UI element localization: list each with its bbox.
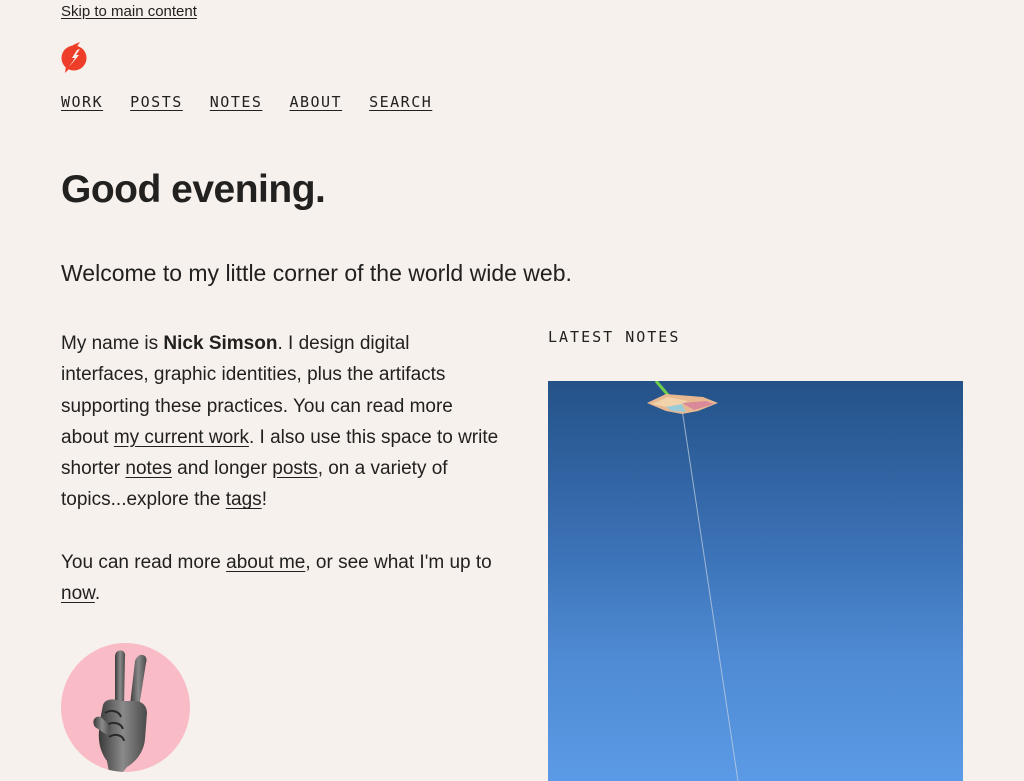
nav-item-work[interactable]: WORK	[61, 93, 103, 111]
main-navigation: WORK POSTS NOTES ABOUT SEARCH	[61, 93, 459, 111]
bio-paragraph-intro: My name is Nick Simson. I design digital…	[61, 333, 499, 511]
nav-item-posts[interactable]: POSTS	[130, 93, 183, 111]
greeting-heading: Good evening.	[61, 168, 326, 211]
lightning-bolt-logo-icon	[61, 42, 87, 73]
bio-paragraph-about: You can read more about me, or see what …	[61, 551, 492, 605]
nav-item-about[interactable]: ABOUT	[289, 93, 342, 111]
author-name: Nick Simson	[163, 333, 278, 354]
nav-item-search[interactable]: SEARCH	[369, 93, 432, 111]
about-me-link[interactable]: about me	[226, 552, 305, 573]
site-logo-link[interactable]	[61, 42, 87, 73]
latest-notes-heading: LATEST NOTES	[548, 328, 681, 346]
avatar	[61, 643, 190, 772]
notes-link[interactable]: notes	[125, 458, 171, 479]
peace-sign-hand-icon	[93, 650, 147, 772]
now-link[interactable]: now	[61, 583, 95, 604]
nav-item-notes[interactable]: NOTES	[210, 93, 263, 111]
bio-section: My name is Nick Simson. I design digital…	[61, 328, 501, 640]
latest-note-image-link[interactable]	[548, 381, 963, 781]
posts-link[interactable]: posts	[272, 458, 317, 479]
welcome-subheading: Welcome to my little corner of the world…	[61, 260, 572, 286]
kite-in-sky-image	[647, 381, 739, 781]
tags-link[interactable]: tags	[226, 489, 262, 510]
skip-to-main-content-link[interactable]: Skip to main content	[61, 3, 197, 20]
current-work-link[interactable]: my current work	[114, 427, 249, 448]
